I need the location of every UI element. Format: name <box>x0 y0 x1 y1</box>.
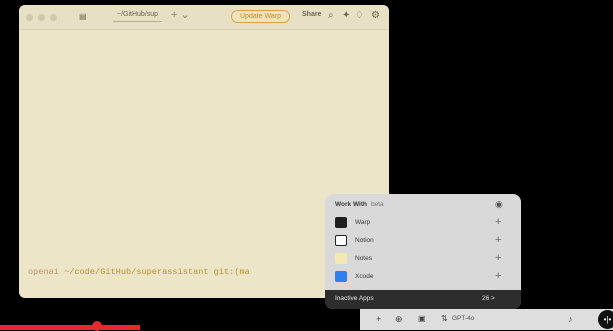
search-icon[interactable]: ⌕ <box>328 9 334 23</box>
zoom-window-button[interactable] <box>50 14 57 21</box>
chat-input-bar: + ⊕ ▣ ⇅ GPT-4o ♪ •|• <box>360 309 613 330</box>
terminal-prompt[interactable]: openai ~/code/GitHub/superassistant git:… <box>28 267 250 277</box>
tab-current-directory[interactable]: ~/GitHub/sup <box>113 10 163 22</box>
model-selector[interactable]: GPT-4o <box>452 315 474 322</box>
close-window-button[interactable] <box>26 14 33 21</box>
app-row-notes[interactable]: Notes + <box>335 251 513 269</box>
minimize-window-button[interactable] <box>38 14 45 21</box>
inactive-apps-label: Inactive Apps <box>335 295 374 302</box>
titlebar: ▤ ~/GitHub/sup + ⌄ Update Warp Share ⌕ ✦… <box>19 5 389 30</box>
app-row-notion[interactable]: Notion + <box>335 233 513 251</box>
inactive-apps-count: 26 > <box>482 295 495 302</box>
eye-icon[interactable]: ◉ <box>495 199 503 210</box>
add-app-button[interactable]: + <box>495 216 501 228</box>
xcode-icon <box>335 271 347 282</box>
progress-bar <box>0 325 140 330</box>
add-button[interactable]: + <box>376 313 381 325</box>
notes-icon <box>335 253 347 264</box>
prompt-path: ~/code/GitHub/superassistant git:(ma <box>58 267 250 277</box>
add-app-button[interactable]: + <box>495 270 501 282</box>
app-name: Notes <box>355 255 372 262</box>
app-name: Warp <box>355 219 371 226</box>
beta-badge: beta <box>370 201 384 208</box>
inactive-apps-row[interactable]: Inactive Apps 26 > <box>325 290 521 309</box>
app-name: Xcode <box>355 273 374 280</box>
add-app-button[interactable]: + <box>495 252 501 264</box>
globe-icon[interactable]: ⊕ <box>395 313 403 325</box>
app-context-icon[interactable]: ▣ <box>418 313 426 325</box>
panel-title: Work With <box>335 201 367 208</box>
work-with-panel: Work With beta ◉ Warp + Notion + Notes + … <box>325 194 521 309</box>
app-name: Notion <box>355 237 374 244</box>
notion-icon <box>335 235 347 246</box>
app-row-warp[interactable]: Warp + <box>335 215 513 233</box>
warp-icon <box>335 217 347 228</box>
settings-icon[interactable]: ⚙ <box>371 9 380 23</box>
sidebar-icon[interactable]: ▤ <box>79 10 87 24</box>
update-warp-button[interactable]: Update Warp <box>231 10 290 23</box>
add-app-button[interactable]: + <box>495 234 501 246</box>
model-picker-icon[interactable]: ⇅ <box>441 313 448 325</box>
voice-mode-button[interactable]: •|• <box>598 310 613 329</box>
app-row-xcode[interactable]: Xcode + <box>335 269 513 287</box>
notifications-icon[interactable]: ♢ <box>355 9 364 23</box>
prompt-user: openai <box>28 267 59 277</box>
panel-header: Work With beta <box>335 201 384 208</box>
new-tab-button[interactable]: + ⌄ <box>171 8 190 21</box>
microphone-icon[interactable]: ♪ <box>568 313 573 325</box>
ai-icon[interactable]: ✦ <box>342 9 350 23</box>
share-button[interactable]: Share <box>302 11 321 18</box>
